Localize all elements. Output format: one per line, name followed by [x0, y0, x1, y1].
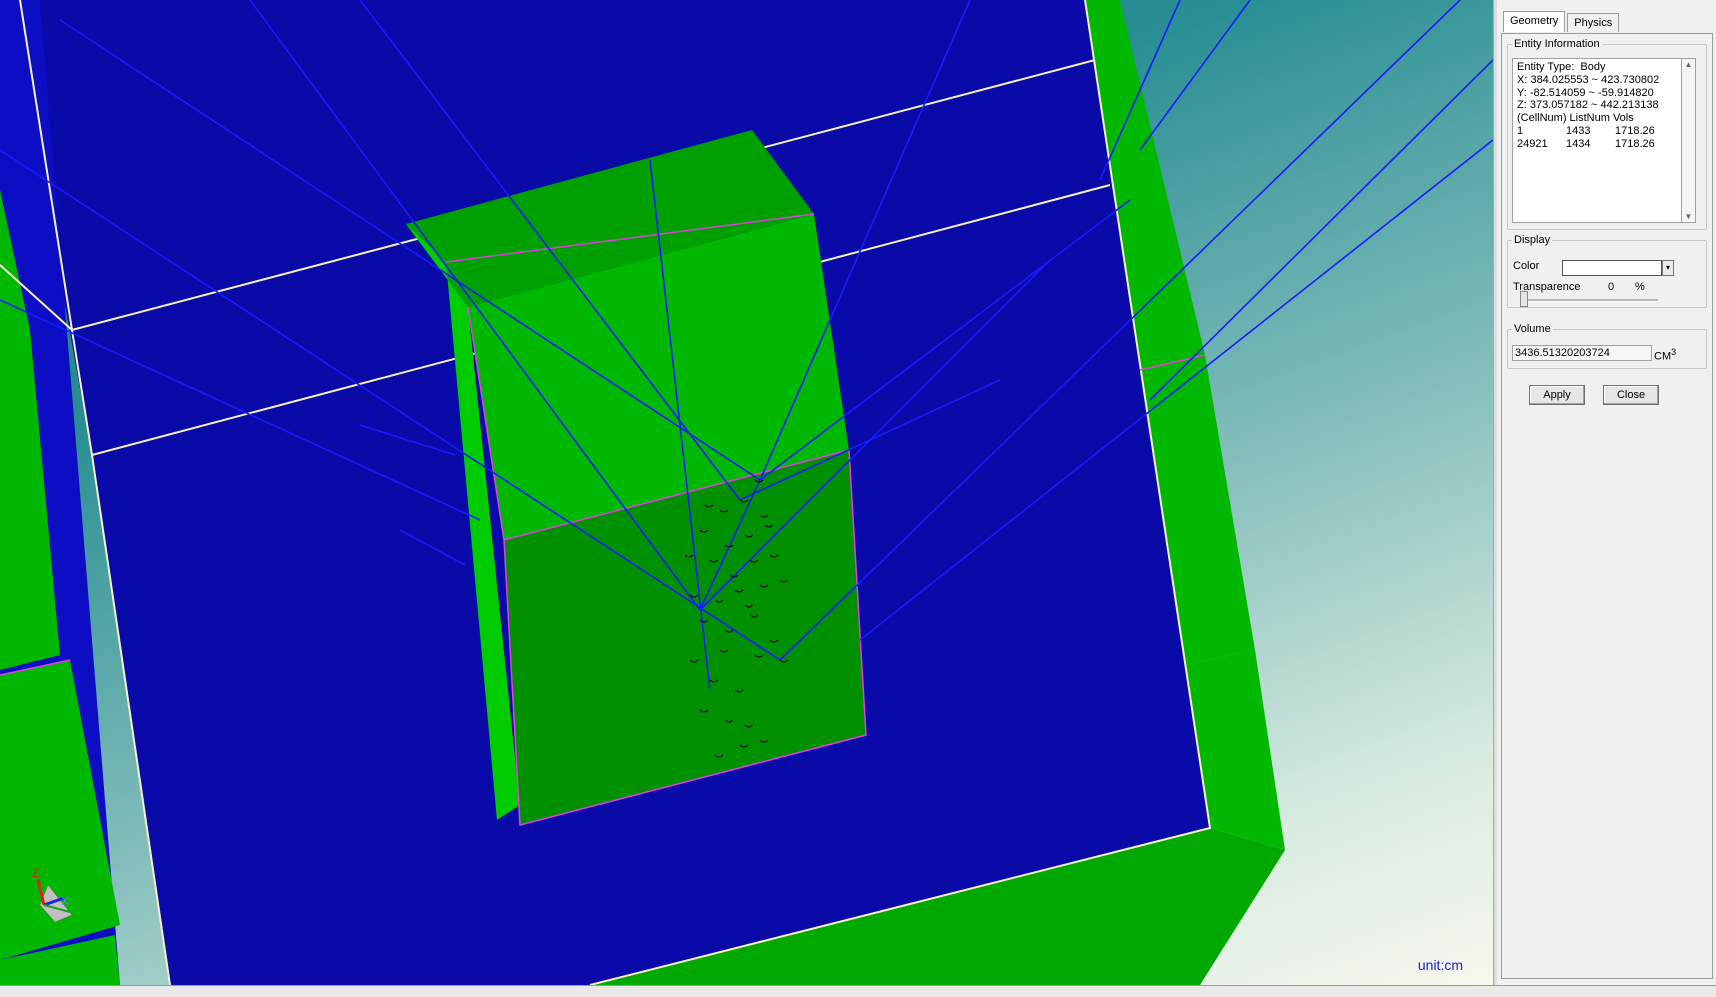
y-range-line: Y: -82.514059 ~ -59.914820: [1517, 86, 1654, 99]
entity-information-group: Entity Information Entity Type: Body X: 3…: [1507, 38, 1707, 230]
color-swatch[interactable]: [1562, 260, 1662, 276]
cell-row: 24921 1434 1718.26: [1517, 138, 1677, 151]
close-button[interactable]: Close: [1603, 385, 1659, 405]
cell-num: 24921: [1517, 137, 1548, 150]
volume-unit-base: CM: [1654, 350, 1672, 363]
volume-field[interactable]: [1512, 345, 1652, 361]
transparence-slider-track[interactable]: [1520, 299, 1658, 302]
tab-geometry[interactable]: Geometry: [1503, 11, 1566, 32]
cell-vol: 1718.26: [1615, 124, 1655, 137]
bottom-bar: [0, 985, 1716, 997]
entity-info-scrollbar[interactable]: ▲ ▼: [1682, 58, 1696, 223]
panel-tabs: Geometry Physics: [1503, 10, 1621, 32]
cell-vol: 1718.26: [1615, 137, 1655, 150]
list-num: 1434: [1566, 137, 1591, 150]
transparence-unit: %: [1635, 281, 1645, 293]
scroll-up-icon[interactable]: ▲: [1682, 60, 1695, 69]
axis-z-label: Z: [32, 866, 39, 880]
unit-label: unit:cm: [1417, 957, 1463, 973]
x-range-line: X: 384.025553 ~ 423.730802: [1517, 73, 1660, 86]
entity-type-line: Entity Type: Body: [1517, 61, 1606, 73]
3d-viewport[interactable]: Z X Y unit:cm: [0, 0, 1493, 985]
volume-group: Volume CM3: [1507, 323, 1707, 369]
volume-legend: Volume: [1514, 323, 1551, 335]
transparence-value: 0: [1608, 281, 1615, 293]
entity-info-text[interactable]: Entity Type: Body X: 384.025553 ~ 423.730…: [1512, 58, 1682, 223]
entity-information-legend: Entity Information: [1514, 38, 1600, 50]
display-legend: Display: [1514, 234, 1551, 246]
scroll-down-icon[interactable]: ▼: [1682, 212, 1695, 221]
properties-panel: Geometry Physics Entity Information Enti…: [1497, 0, 1716, 985]
transparence-slider-thumb[interactable]: [1520, 291, 1528, 307]
color-label: Color: [1513, 260, 1540, 272]
axis-y-label: Y: [85, 897, 93, 911]
tab-physics[interactable]: Physics: [1567, 13, 1620, 32]
volume-unit: CM3: [1654, 347, 1676, 363]
color-dropdown-icon[interactable]: ▾: [1662, 260, 1674, 276]
cell-num: 1: [1517, 124, 1524, 137]
list-num: 1433: [1566, 124, 1591, 137]
z-range-line: Z: 373.057182 ~ 442.213138: [1517, 99, 1659, 112]
apply-button[interactable]: Apply: [1529, 385, 1585, 405]
display-group: Display Color ▾ Transparence 0 %: [1507, 234, 1707, 308]
geometry-scene[interactable]: Z X Y: [0, 0, 1493, 985]
axis-x-label: X: [61, 894, 69, 908]
cell-row: 1 1433 1718.26: [1517, 125, 1677, 138]
volume-unit-exponent: 3: [1671, 347, 1677, 357]
geometry-tab-body: Entity Information Entity Type: Body X: 3…: [1501, 33, 1713, 979]
cell-header-line: (CellNum) ListNum Vols: [1517, 112, 1634, 125]
